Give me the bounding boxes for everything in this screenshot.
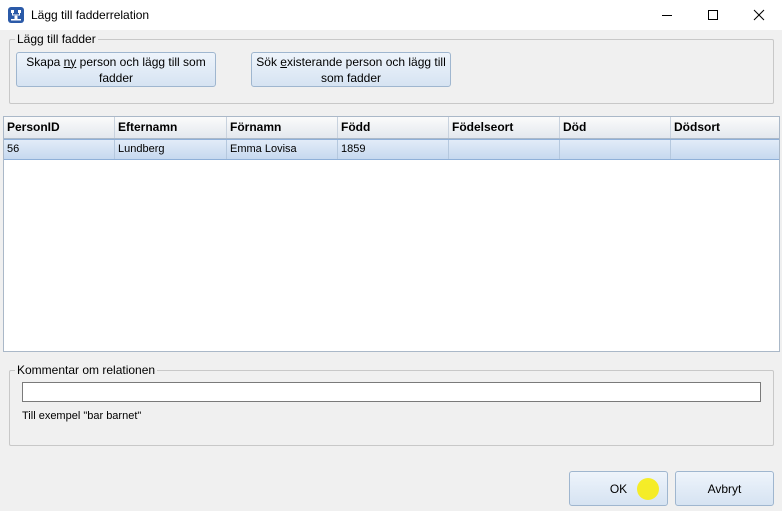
cell-efternamn: Lundberg [115,140,227,159]
maximize-icon [708,10,718,20]
cell-fornamn: Emma Lovisa [227,140,338,159]
comment-hint: Till exempel "bar barnet" [22,410,142,422]
ok-button-label: OK [609,481,628,496]
column-header-personid[interactable]: PersonID [4,117,115,138]
family-tree-icon [8,7,24,23]
create-new-person-button[interactable]: Skapa ny person och lägg till som fadder [16,52,216,87]
close-icon [753,9,765,21]
column-header-fornamn[interactable]: Förnamn [227,117,338,138]
mouse-cursor-highlight [637,478,659,500]
comment-input[interactable] [22,382,761,402]
maximize-button[interactable] [690,0,736,30]
comment-legend: Kommentar om relationen [15,363,158,377]
column-header-efternamn[interactable]: Efternamn [115,117,227,138]
minimize-icon [662,15,672,16]
column-header-fodelseort[interactable]: Födelseort [449,117,560,138]
table-row[interactable]: 56 Lundberg Emma Lovisa 1859 [4,139,779,160]
column-header-dod[interactable]: Död [560,117,671,138]
add-godparent-legend: Lägg till fadder [15,32,98,46]
column-header-dodsort[interactable]: Dödsort [671,117,779,138]
search-existing-person-button[interactable]: Sök existerande person och lägg till som… [251,52,451,87]
grid-header: PersonID Efternamn Förnamn Född Födelseo… [4,117,779,139]
cell-fodelseort [449,140,560,159]
person-grid[interactable]: PersonID Efternamn Förnamn Född Födelseo… [3,116,780,352]
cell-dod [560,140,671,159]
close-button[interactable] [736,0,782,30]
title-bar: Lägg till fadderrelation [0,0,782,30]
search-existing-person-label: Sök existerande person och lägg till som… [256,54,446,85]
cancel-button-label: Avbryt [707,481,742,496]
cell-dodsort [671,140,779,159]
minimize-button[interactable] [644,0,690,30]
cancel-button[interactable]: Avbryt [675,471,774,506]
column-header-fodd[interactable]: Född [338,117,449,138]
create-new-person-label: Skapa ny person och lägg till som fadder [26,54,206,85]
window-title: Lägg till fadderrelation [31,8,150,22]
cell-fodd: 1859 [338,140,449,159]
cell-personid: 56 [4,140,115,159]
